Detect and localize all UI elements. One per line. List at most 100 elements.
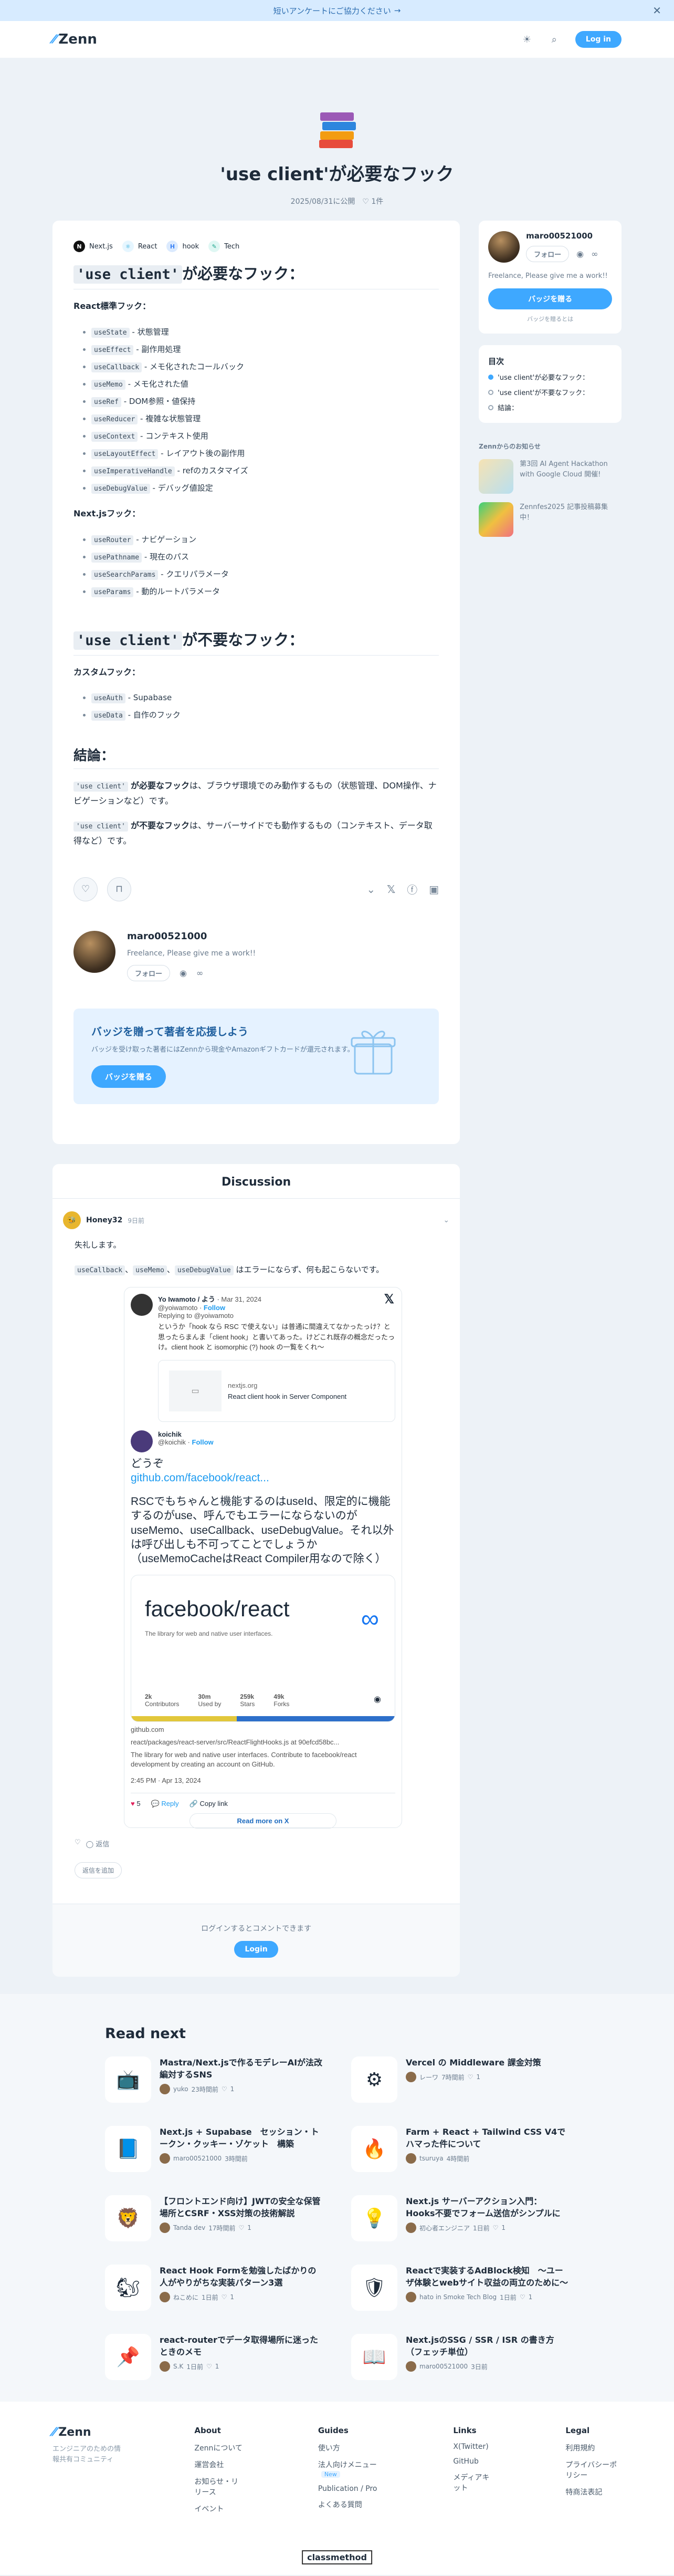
chevron-down-icon[interactable]: ⌄: [443, 1216, 449, 1224]
github-icon[interactable]: ◉: [576, 249, 584, 259]
read-next-item[interactable]: 🦁 【フロントエンド向け】JWTの安全な保管場所とCSRF・XSS対策の技術解説 T…: [105, 2195, 323, 2250]
avatar[interactable]: [131, 1294, 153, 1316]
read-next-item[interactable]: 📺 Mastra/Next.jsで作るモデレーAIが法改編対するSNS yuko 23…: [105, 2056, 323, 2111]
send-badge-button[interactable]: バッジを贈る: [488, 288, 612, 309]
read-next-item[interactable]: 📖 Next.jsのSSG / SSR / ISR の書き方（フェッチ単位） mar…: [351, 2334, 569, 2388]
github-icon[interactable]: ◉: [180, 968, 187, 978]
footer-link[interactable]: Zennについて: [194, 2443, 244, 2453]
sidebar-author-name[interactable]: maro00521000: [526, 231, 598, 241]
read-more-on-x[interactable]: Read more on X: [189, 1813, 336, 1829]
search-icon[interactable]: ⌕: [548, 33, 561, 46]
tweet-reply[interactable]: 💬 Reply: [151, 1800, 179, 1808]
login-button[interactable]: Login: [234, 1941, 278, 1958]
footer-link[interactable]: 特商法表記: [565, 2487, 622, 2497]
follow-button[interactable]: フォロー: [127, 964, 171, 981]
footer-link[interactable]: Publication / Pro: [318, 2485, 380, 2493]
reply-link[interactable]: ◯ 返信: [86, 1838, 110, 1848]
tweet-copy-link[interactable]: 🔗 Copy link: [189, 1800, 228, 1808]
survey-banner-text[interactable]: 短いアンケートにご協力ください: [273, 5, 391, 16]
list-item: useDebugValue - デバッグ値設定: [91, 480, 439, 497]
footer-link[interactable]: GitHub: [453, 2457, 492, 2466]
follow-link[interactable]: Follow: [204, 1304, 225, 1312]
link-icon[interactable]: ∞: [196, 968, 203, 978]
heart-icon[interactable]: ♡: [75, 1838, 81, 1848]
footer-link[interactable]: 利用規約: [565, 2443, 622, 2453]
read-next-item[interactable]: 🛡 Reactで実装するAdBlock検知 ～ユーザ体験とwebサイト収益の両立の…: [351, 2265, 569, 2319]
footer-link[interactable]: お知らせ・リリース: [194, 2476, 244, 2497]
github-stat: 259k Stars: [240, 1693, 255, 1708]
login-prompt-text: ログインするとコメントできます: [201, 1925, 312, 1933]
read-next-item[interactable]: 💡 Next.js サーバーアクション入門：Hooks不要でフォーム送信がシンプル…: [351, 2195, 569, 2250]
sidebar-author-bio: Freelance, Please give me a work!!: [488, 272, 608, 280]
footer-link[interactable]: 使い方: [318, 2443, 380, 2453]
avatar[interactable]: [131, 1430, 153, 1452]
toc-item[interactable]: 'use client'が不要なフック：: [488, 387, 612, 397]
avatar[interactable]: 🐝: [63, 1211, 81, 1229]
add-reply-button[interactable]: 返信を追加: [75, 1862, 122, 1878]
like-button[interactable]: ♡: [73, 877, 98, 901]
toc-dot-icon: [488, 374, 494, 380]
read-next-item[interactable]: ⚙ Vercel の Middleware 課金対策 レーワ 7時間前 ♡ 1: [351, 2056, 569, 2111]
theme-toggle-icon[interactable]: ☀: [521, 33, 533, 46]
footer-link[interactable]: イベント: [194, 2504, 244, 2514]
footer-link-label: 運営会社: [194, 2461, 224, 2469]
list-item: useRouter - ナビゲーション: [91, 531, 439, 548]
survey-banner[interactable]: 短いアンケートにご協力ください → ✕: [0, 0, 674, 21]
footer-link[interactable]: よくある質問: [318, 2499, 380, 2510]
hatena-share-icon[interactable]: ▣: [429, 883, 439, 896]
follow-button[interactable]: フォロー: [526, 246, 570, 262]
tweet-author[interactable]: Yo Iwamoto / よう: [158, 1295, 215, 1303]
comment-author[interactable]: Honey32: [86, 1216, 122, 1224]
bookmark-button[interactable]: ⊓: [107, 877, 131, 901]
toc-item[interactable]: 結論：: [488, 402, 612, 412]
badge-help-link[interactable]: バッジを贈るとは: [488, 315, 612, 323]
read-next-item[interactable]: 🔥 Farm + React + Tailwind CSS V4でハマった件につい…: [351, 2126, 569, 2180]
close-icon[interactable]: ✕: [652, 4, 661, 17]
link-icon[interactable]: ∞: [591, 249, 598, 259]
link-card[interactable]: ▭ nextjs.org React client hook in Server …: [158, 1359, 395, 1422]
list-item: useMemo - メモ化された値: [91, 376, 439, 393]
footer-column: Links X(Twitter) GitHub メディアキット: [453, 2426, 492, 2551]
tweet-text: どうぞ: [131, 1457, 164, 1470]
x-logo-icon[interactable]: 𝕏: [384, 1292, 394, 1307]
toc-item[interactable]: 'use client'が必要なフック：: [488, 372, 612, 382]
notice-item[interactable]: Zennfes2025 記事投稿募集中！: [479, 502, 622, 537]
follow-link[interactable]: Follow: [192, 1438, 214, 1446]
footer-link[interactable]: 運営会社: [194, 2459, 244, 2470]
send-badge-button[interactable]: バッジを贈る: [91, 1065, 166, 1088]
chevron-down-icon[interactable]: ⌄: [366, 883, 375, 896]
logo-text: Zenn: [58, 2426, 91, 2439]
notice-item[interactable]: 第3回 AI Agent Hackathon with Google Cloud…: [479, 459, 622, 494]
footer-link-label: お知らせ・リリース: [194, 2478, 239, 2497]
facebook-share-icon[interactable]: ⓕ: [407, 881, 417, 897]
footer-link[interactable]: X(Twitter): [453, 2443, 492, 2451]
footer-link[interactable]: 法人向けメニュー New: [318, 2459, 380, 2478]
inline-code: useCallback: [91, 362, 142, 372]
tag-react[interactable]: ⚛ React: [122, 241, 157, 252]
avatar[interactable]: [73, 930, 115, 973]
tweet-author[interactable]: koichik: [158, 1430, 182, 1438]
avatar: [406, 2072, 416, 2083]
classmethod-logo[interactable]: classmethod: [302, 2550, 372, 2564]
avatar[interactable]: [488, 231, 520, 263]
github-path[interactable]: react/packages/react-server/src/ReactFli…: [131, 1738, 395, 1747]
tag-nextjs[interactable]: N Next.js: [73, 241, 113, 252]
tag-hook[interactable]: Hhook: [166, 241, 199, 252]
tweet-link[interactable]: github.com/facebook/react...: [131, 1471, 395, 1485]
footer-link[interactable]: メディアキット: [453, 2472, 492, 2493]
login-button[interactable]: Log in: [575, 31, 622, 48]
github-card[interactable]: facebook/react The library for web and n…: [131, 1574, 395, 1722]
x-share-icon[interactable]: 𝕏: [387, 883, 395, 896]
tweet-like[interactable]: ♥ 5: [131, 1800, 141, 1808]
zenn-logo[interactable]: ⁄⁄ Zenn: [52, 2426, 121, 2439]
tag-tech[interactable]: ✎ Tech: [208, 241, 239, 252]
read-next-item[interactable]: 📘 Next.js + Supabase セッション・トークン・クッキー・ゾケット…: [105, 2126, 323, 2180]
author-name[interactable]: maro00521000: [127, 931, 256, 942]
read-next-item[interactable]: 📌 react-routerでデータ取得場所に迷ったときのメモ S.K 1日前 ♡ 1: [105, 2334, 323, 2388]
read-next-item[interactable]: 🐿 React Hook Formを勉強したばかりの人がやりがちな実装パターン3選…: [105, 2265, 323, 2319]
embedded-tweet[interactable]: 𝕏 Yo Iwamoto / よう · Mar 31, 2024 @yoiwam…: [124, 1287, 402, 1829]
inline-code: useImperativeHandle: [91, 466, 175, 476]
footer-link[interactable]: プライバシーポリシー: [565, 2459, 622, 2480]
zenn-logo[interactable]: ⁄⁄ Zenn: [52, 32, 97, 47]
comment: 🐝 Honey32 9日前 ⌄ 失礼します。 useCallback、 useMe…: [52, 1199, 460, 1891]
